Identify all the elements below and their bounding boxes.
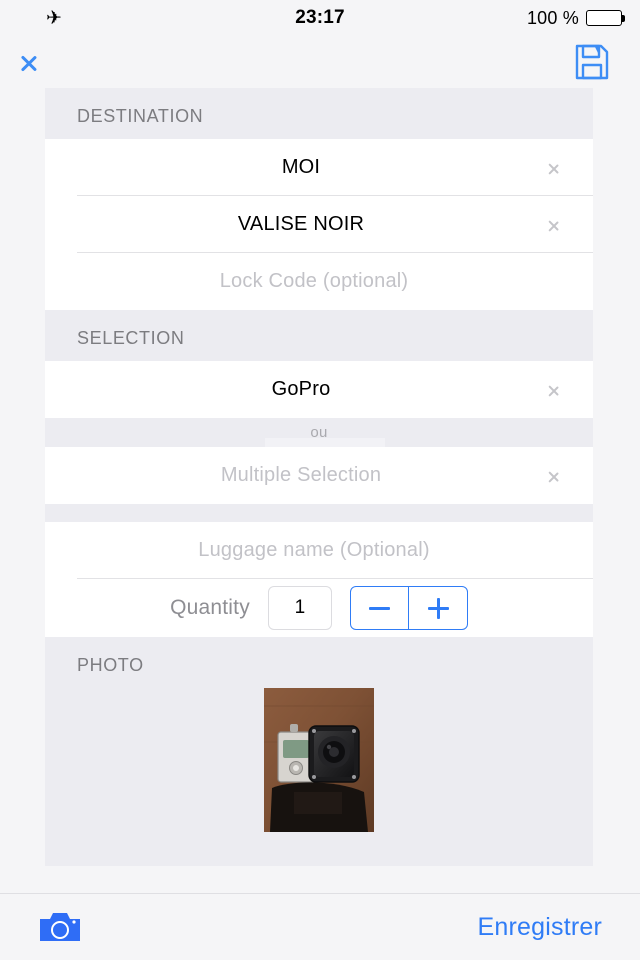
quantity-value: 1 bbox=[294, 597, 306, 618]
lock-code-input[interactable]: Lock Code (optional) bbox=[45, 253, 593, 310]
row-selection-item-label: GoPro bbox=[271, 378, 331, 400]
or-divider-label: ou bbox=[310, 424, 328, 441]
section-header-photo: PHOTO bbox=[45, 637, 593, 688]
luggage-name-input[interactable]: Luggage name (Optional) bbox=[45, 522, 593, 579]
save-floppy-icon[interactable] bbox=[574, 43, 610, 81]
battery-icon bbox=[586, 10, 625, 26]
row-selection-item[interactable]: GoPro bbox=[45, 361, 593, 418]
photo-thumbnail[interactable] bbox=[264, 688, 374, 832]
quantity-label: Quantity bbox=[170, 596, 250, 619]
row-multiple-selection[interactable]: Multiple Selection bbox=[45, 447, 593, 504]
section-header-destination-label: DESTINATION bbox=[77, 106, 204, 126]
app-screen: ✈ 23:17 100 % DESTINATION MOI VALISE NOI… bbox=[0, 0, 640, 960]
status-bar: ✈ 23:17 100 % bbox=[0, 0, 640, 36]
chevron-right-icon bbox=[547, 214, 561, 236]
or-divider: ou bbox=[45, 418, 593, 447]
spacer-band bbox=[45, 504, 593, 522]
luggage-name-placeholder: Luggage name (Optional) bbox=[198, 539, 430, 561]
camera-icon[interactable] bbox=[38, 910, 82, 944]
row-destination-luggage-label: VALISE NOIR bbox=[237, 213, 365, 235]
table-footer-band bbox=[45, 838, 593, 866]
navigation-bar bbox=[0, 36, 640, 88]
back-button-icon[interactable] bbox=[30, 42, 56, 82]
form-table: DESTINATION MOI VALISE NOIR Lock Code (o… bbox=[45, 88, 593, 866]
quantity-stepper[interactable] bbox=[349, 586, 468, 630]
minus-icon[interactable] bbox=[351, 587, 409, 629]
quantity-input[interactable]: 1 bbox=[267, 586, 332, 630]
quantity-row: Quantity 1 bbox=[45, 579, 593, 637]
chevron-right-icon bbox=[547, 379, 561, 401]
photo-row bbox=[45, 688, 593, 838]
save-button[interactable]: Enregistrer bbox=[478, 913, 602, 942]
bottom-toolbar: Enregistrer bbox=[0, 893, 640, 960]
row-destination-luggage[interactable]: VALISE NOIR bbox=[45, 196, 593, 253]
chevron-right-icon bbox=[547, 157, 561, 179]
chevron-right-icon bbox=[547, 465, 561, 487]
status-bar-right: 100 % bbox=[526, 7, 625, 29]
row-multiple-selection-label: Multiple Selection bbox=[220, 464, 382, 486]
battery-percent-label: 100 % bbox=[526, 7, 579, 28]
section-header-photo-label: PHOTO bbox=[77, 655, 144, 675]
section-header-selection-label: SELECTION bbox=[77, 328, 185, 348]
section-header-destination: DESTINATION bbox=[45, 88, 593, 139]
plus-icon[interactable] bbox=[408, 587, 467, 629]
section-header-selection: SELECTION bbox=[45, 310, 593, 361]
lock-code-placeholder: Lock Code (optional) bbox=[219, 270, 409, 292]
row-destination-person[interactable]: MOI bbox=[45, 139, 593, 196]
row-destination-person-label: MOI bbox=[281, 156, 321, 178]
